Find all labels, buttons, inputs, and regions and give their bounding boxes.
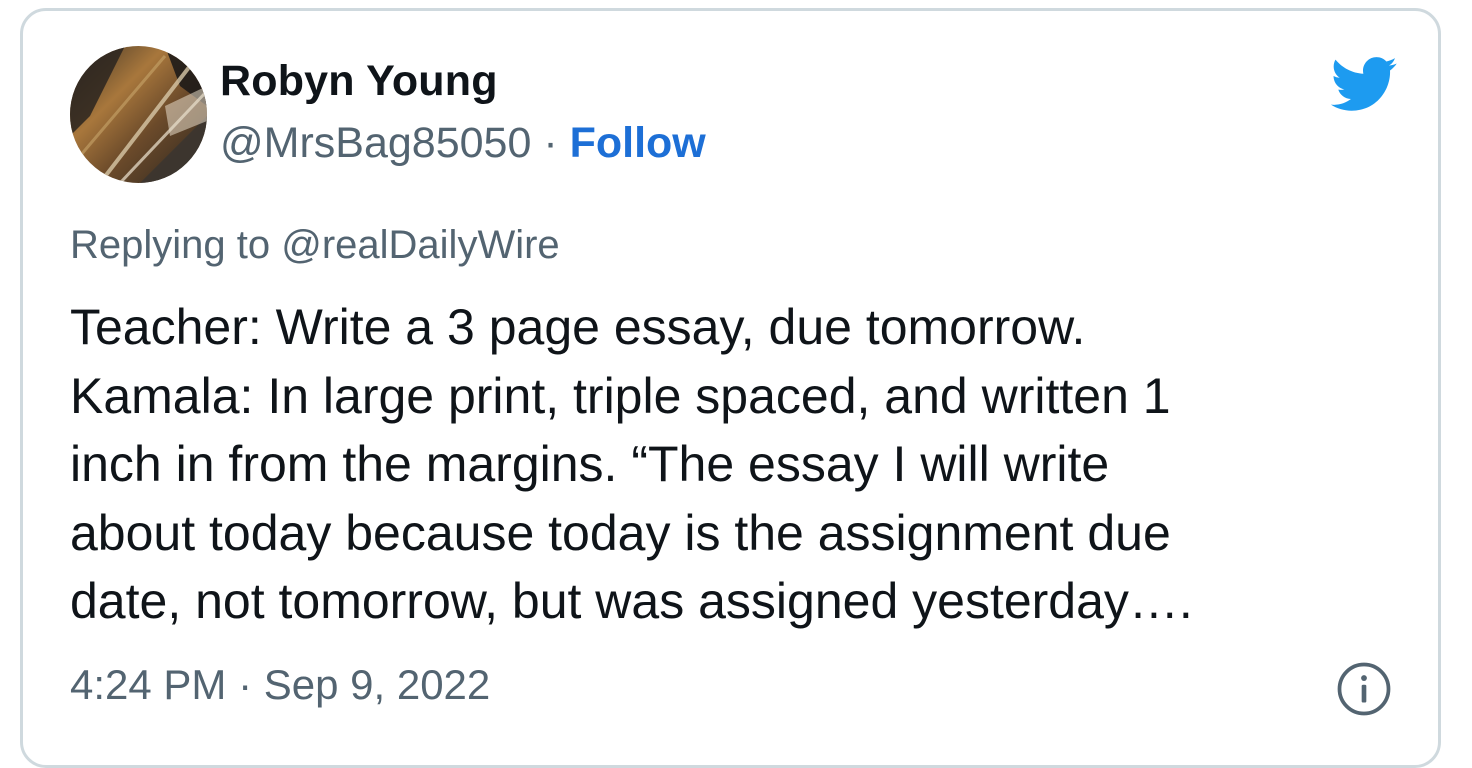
author-display-name[interactable]: Robyn Young: [220, 57, 498, 106]
tweet-text-line: Kamala: In large print, triple spaced, a…: [70, 367, 1171, 424]
tweet-text-line: about today because today is the assignm…: [70, 504, 1171, 561]
avatar[interactable]: [70, 46, 207, 183]
avatar-image: [70, 46, 207, 183]
twitter-bird-icon[interactable]: [1328, 55, 1398, 113]
tweet-card: Robyn Young @MrsBag85050 · Follow Replyi…: [20, 8, 1441, 768]
tweet-timestamp[interactable]: 4:24 PM · Sep 9, 2022: [70, 661, 490, 709]
author-handle[interactable]: @MrsBag85050: [220, 119, 531, 167]
tweet-text-line: date, not tomorrow, but was assigned yes…: [70, 573, 1193, 629]
author-handle-row: @MrsBag85050 · Follow: [220, 119, 706, 168]
replying-target-link[interactable]: @realDailyWire: [281, 223, 559, 267]
info-icon[interactable]: [1336, 661, 1392, 717]
follow-button[interactable]: Follow: [570, 119, 706, 167]
handle-separator: ·: [531, 119, 570, 167]
tweet-text-line: inch in from the margins. “The essay I w…: [70, 436, 1110, 492]
tweet-text: Teacher: Write a 3 page essay, due tomor…: [70, 293, 1400, 636]
replying-to: Replying to @realDailyWire: [70, 223, 560, 268]
replying-prefix: Replying to: [70, 223, 282, 267]
tweet-text-line: Teacher: Write a 3 page essay, due tomor…: [70, 299, 1086, 355]
